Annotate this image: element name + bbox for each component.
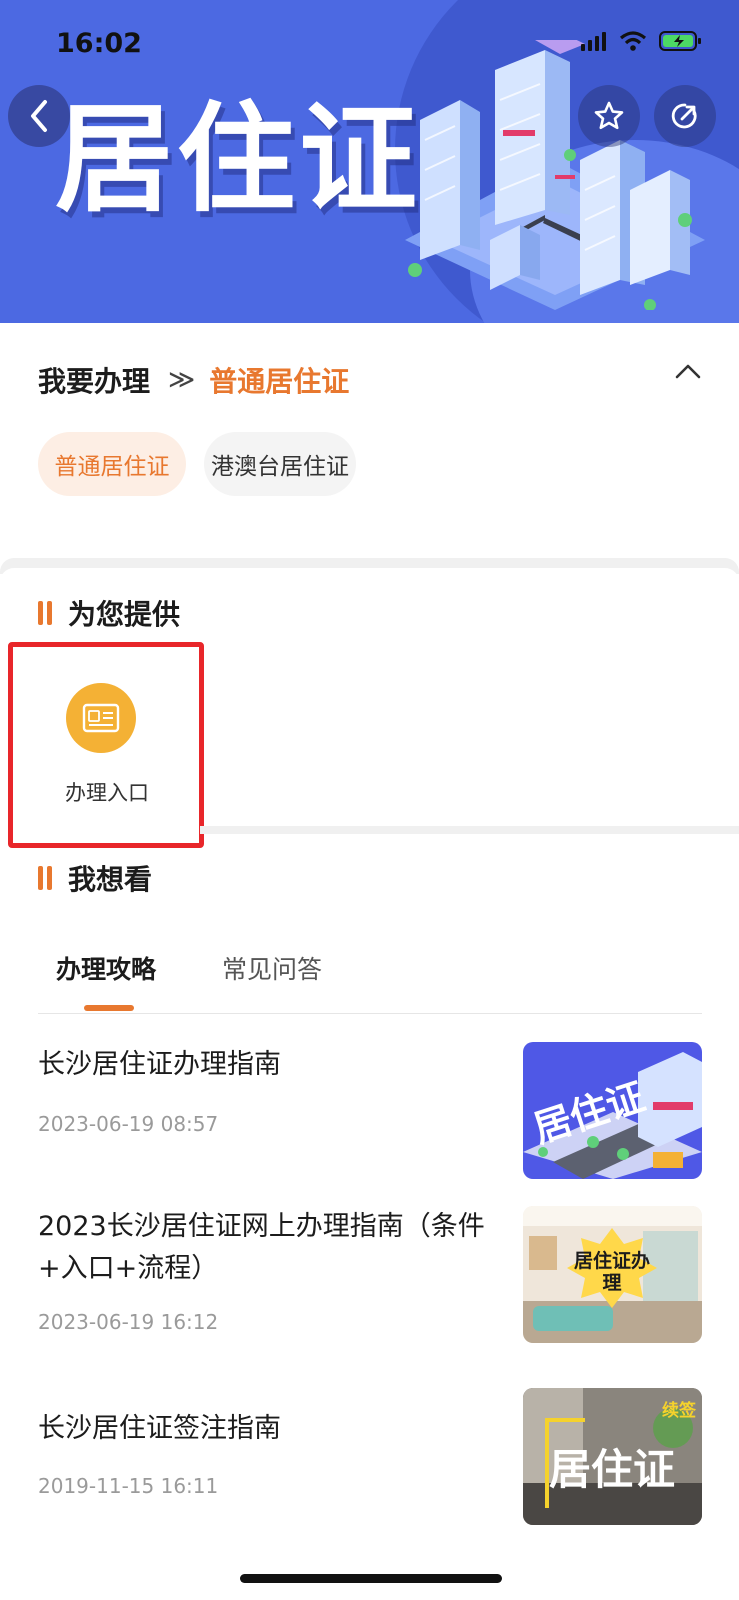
section-marker (38, 866, 43, 890)
share-icon (671, 103, 697, 129)
article-date: 2023-06-19 08:57 (38, 1112, 219, 1136)
apply-type-row[interactable]: 我要办理 ≫ 普通居住证 (38, 356, 702, 404)
provide-title: 为您提供 (68, 598, 181, 631)
home-indicator[interactable] (240, 1574, 502, 1583)
article-thumbnail: 续签 居住证 (523, 1388, 702, 1525)
banner-title: 居住证 (55, 89, 422, 228)
banner: 16:02 居住证 (0, 0, 739, 323)
service-entry-item[interactable]: 办理入口 (8, 642, 204, 848)
article-title: 长沙居住证签注指南 (38, 1413, 281, 1444)
want-to-see-title: 我想看 (68, 863, 153, 896)
section-marker (47, 601, 52, 625)
article-title: 长沙居住证办理指南 (38, 1049, 281, 1080)
article-item[interactable]: 长沙居住证签注指南 2019-11-15 16:11 续签 居住证 (38, 1388, 702, 1548)
battery-icon (659, 31, 701, 51)
baidu-watermark-url: jingyan.baidu.com (574, 1560, 676, 1573)
id-card-icon (66, 683, 136, 753)
service-entry-label: 办理入口 (65, 781, 149, 805)
baidu-watermark: Bai du 经验 (566, 1534, 708, 1562)
article-item[interactable]: 长沙居住证办理指南 2023-06-19 08:57 居住证 (38, 1042, 702, 1184)
provide-header: 为您提供 (38, 593, 180, 633)
chip-hk-macao-taiwan-permit[interactable]: 港澳台居住证 (204, 432, 356, 496)
status-icons (581, 30, 703, 52)
want-to-see-header: 我想看 (38, 858, 152, 898)
apply-selected-type: 普通居住证 (209, 365, 350, 398)
star-icon (594, 101, 624, 130)
wifi-icon (619, 31, 647, 51)
article-tabs: 办理攻略 常见问答 (38, 940, 702, 1014)
thumbnail-text: 居住证办理 (573, 1250, 650, 1294)
favorite-button[interactable] (578, 85, 640, 147)
double-chevron-icon: ≫ (168, 365, 196, 395)
tab-faq[interactable]: 常见问答 (222, 950, 322, 986)
article-thumbnail: 居住证 (523, 1042, 702, 1179)
active-tab-indicator (84, 1005, 134, 1011)
article-item[interactable]: 2023长沙居住证网上办理指南（条件+入口+流程） 2023-06-19 16:… (38, 1206, 702, 1356)
share-button[interactable] (654, 85, 716, 147)
signal-icon (581, 32, 606, 51)
chip-ordinary-residence-permit[interactable]: 普通居住证 (38, 432, 186, 496)
article-date: 2023-06-19 16:12 (38, 1310, 219, 1334)
chevron-up-icon[interactable] (674, 362, 702, 380)
status-time: 16:02 (56, 28, 142, 59)
thumbnail-text: 居住证 (549, 1445, 676, 1494)
chevron-left-icon (31, 100, 47, 132)
section-marker (47, 866, 52, 890)
article-date: 2019-11-15 16:11 (38, 1474, 219, 1498)
tab-guides[interactable]: 办理攻略 (56, 950, 156, 986)
article-title: 2023长沙居住证网上办理指南（条件+入口+流程） (38, 1211, 485, 1284)
city-illustration (405, 40, 705, 310)
thumbnail-tag: 续签 (662, 1401, 696, 1421)
section-marker (38, 601, 43, 625)
apply-label: 我要办理 (38, 365, 151, 398)
section-divider (200, 826, 739, 834)
article-thumbnail: 居住证办理 (523, 1206, 702, 1343)
